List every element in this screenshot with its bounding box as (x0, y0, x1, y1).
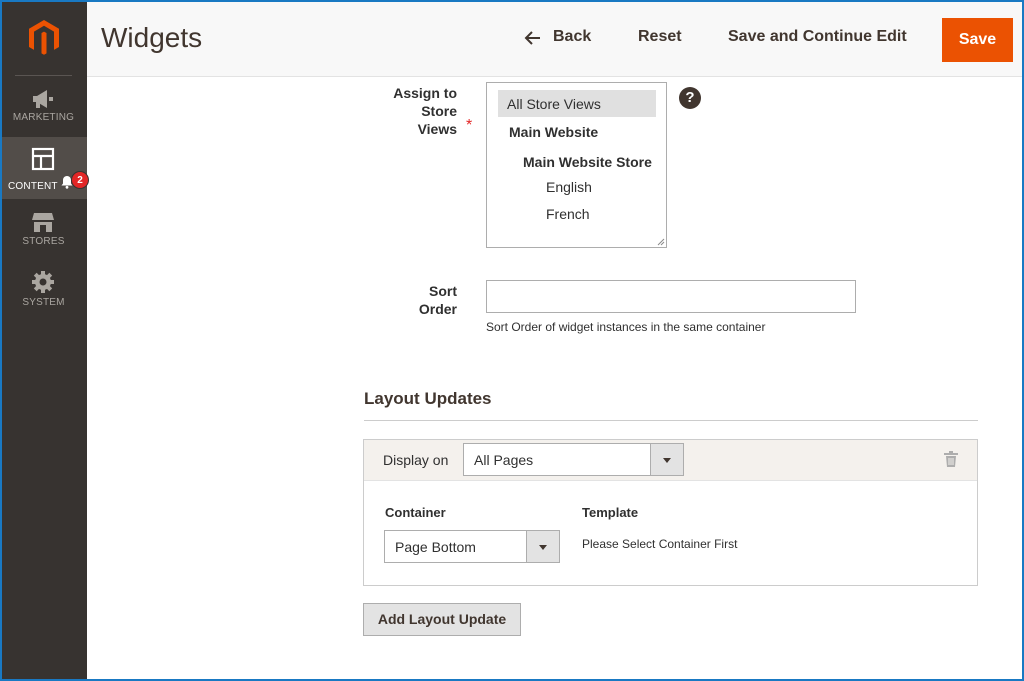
gear-icon (32, 271, 54, 293)
sort-order-note: Sort Order of widget instances in the sa… (486, 320, 766, 334)
page-title: Widgets (101, 22, 203, 53)
container-value: Page Bottom (395, 539, 476, 555)
label-line: Store (421, 103, 457, 119)
label-line: Assign to (393, 85, 457, 101)
container-label: Container (385, 505, 446, 520)
display-on-label: Display on (383, 452, 449, 468)
store-icon (32, 213, 54, 232)
magento-logo-icon (28, 20, 59, 55)
layout-icon (31, 147, 55, 171)
megaphone-icon (33, 90, 53, 108)
sidebar-item-label: MARKETING (12, 112, 75, 123)
magento-logo[interactable] (0, 0, 87, 76)
add-layout-update-button[interactable]: Add Layout Update (363, 603, 521, 636)
sidebar-item-system[interactable]: SYSTEM (0, 262, 87, 324)
option-french[interactable]: French (546, 206, 590, 222)
back-button[interactable]: Back (553, 28, 591, 46)
store-views-multiselect[interactable]: All Store Views Main Website Main Websit… (486, 82, 667, 248)
trash-icon[interactable] (943, 450, 959, 468)
option-english[interactable]: English (546, 179, 592, 195)
sidebar-item-label: STORES (22, 236, 65, 247)
logo-divider (15, 75, 72, 76)
notification-badge: 2 (71, 171, 89, 189)
container-select[interactable]: Page Bottom (384, 530, 560, 563)
chevron-down-icon (526, 531, 559, 562)
sidebar-item-content[interactable]: CONTENT (0, 137, 87, 199)
layout-update-panel: Display on All Pages Container Page Bott… (363, 439, 978, 586)
display-on-select[interactable]: All Pages (463, 443, 684, 476)
sort-order-label: Sort Order (380, 282, 457, 318)
sidebar-item-marketing[interactable]: MARKETING (0, 78, 87, 140)
section-divider (364, 420, 978, 421)
label-line: Views (417, 121, 457, 137)
option-group-main-website: Main Website (509, 124, 599, 140)
label-line: Order (418, 301, 457, 317)
chevron-down-icon (650, 444, 683, 475)
required-asterisk: * (466, 117, 473, 134)
layout-update-header: Display on All Pages (364, 440, 977, 481)
resize-grip-icon[interactable] (657, 238, 665, 246)
reset-button[interactable]: Reset (638, 28, 682, 46)
sidebar-item-stores[interactable]: STORES (0, 200, 87, 262)
sort-order-input[interactable] (486, 280, 856, 313)
page-header: Widgets Back Reset Save and Continue Edi… (87, 0, 1024, 77)
store-views-label: Assign to Store Views (380, 84, 457, 138)
option-all-store-views[interactable]: All Store Views (507, 96, 601, 112)
display-on-value: All Pages (474, 452, 534, 468)
back-arrow-icon[interactable] (524, 30, 542, 46)
label-line: Sort (429, 283, 457, 299)
save-and-continue-button[interactable]: Save and Continue Edit (728, 28, 907, 46)
layout-updates-title: Layout Updates (364, 389, 492, 408)
save-button[interactable]: Save (942, 18, 1013, 62)
template-label: Template (582, 505, 639, 520)
admin-sidebar: MARKETING CONTENT STORES SYSTEM 2 (0, 0, 89, 681)
help-icon[interactable]: ? (679, 87, 701, 109)
option-group-main-website-store: Main Website Store (523, 154, 652, 170)
sidebar-item-label: SYSTEM (22, 297, 65, 308)
template-placeholder: Please Select Container First (582, 537, 738, 551)
